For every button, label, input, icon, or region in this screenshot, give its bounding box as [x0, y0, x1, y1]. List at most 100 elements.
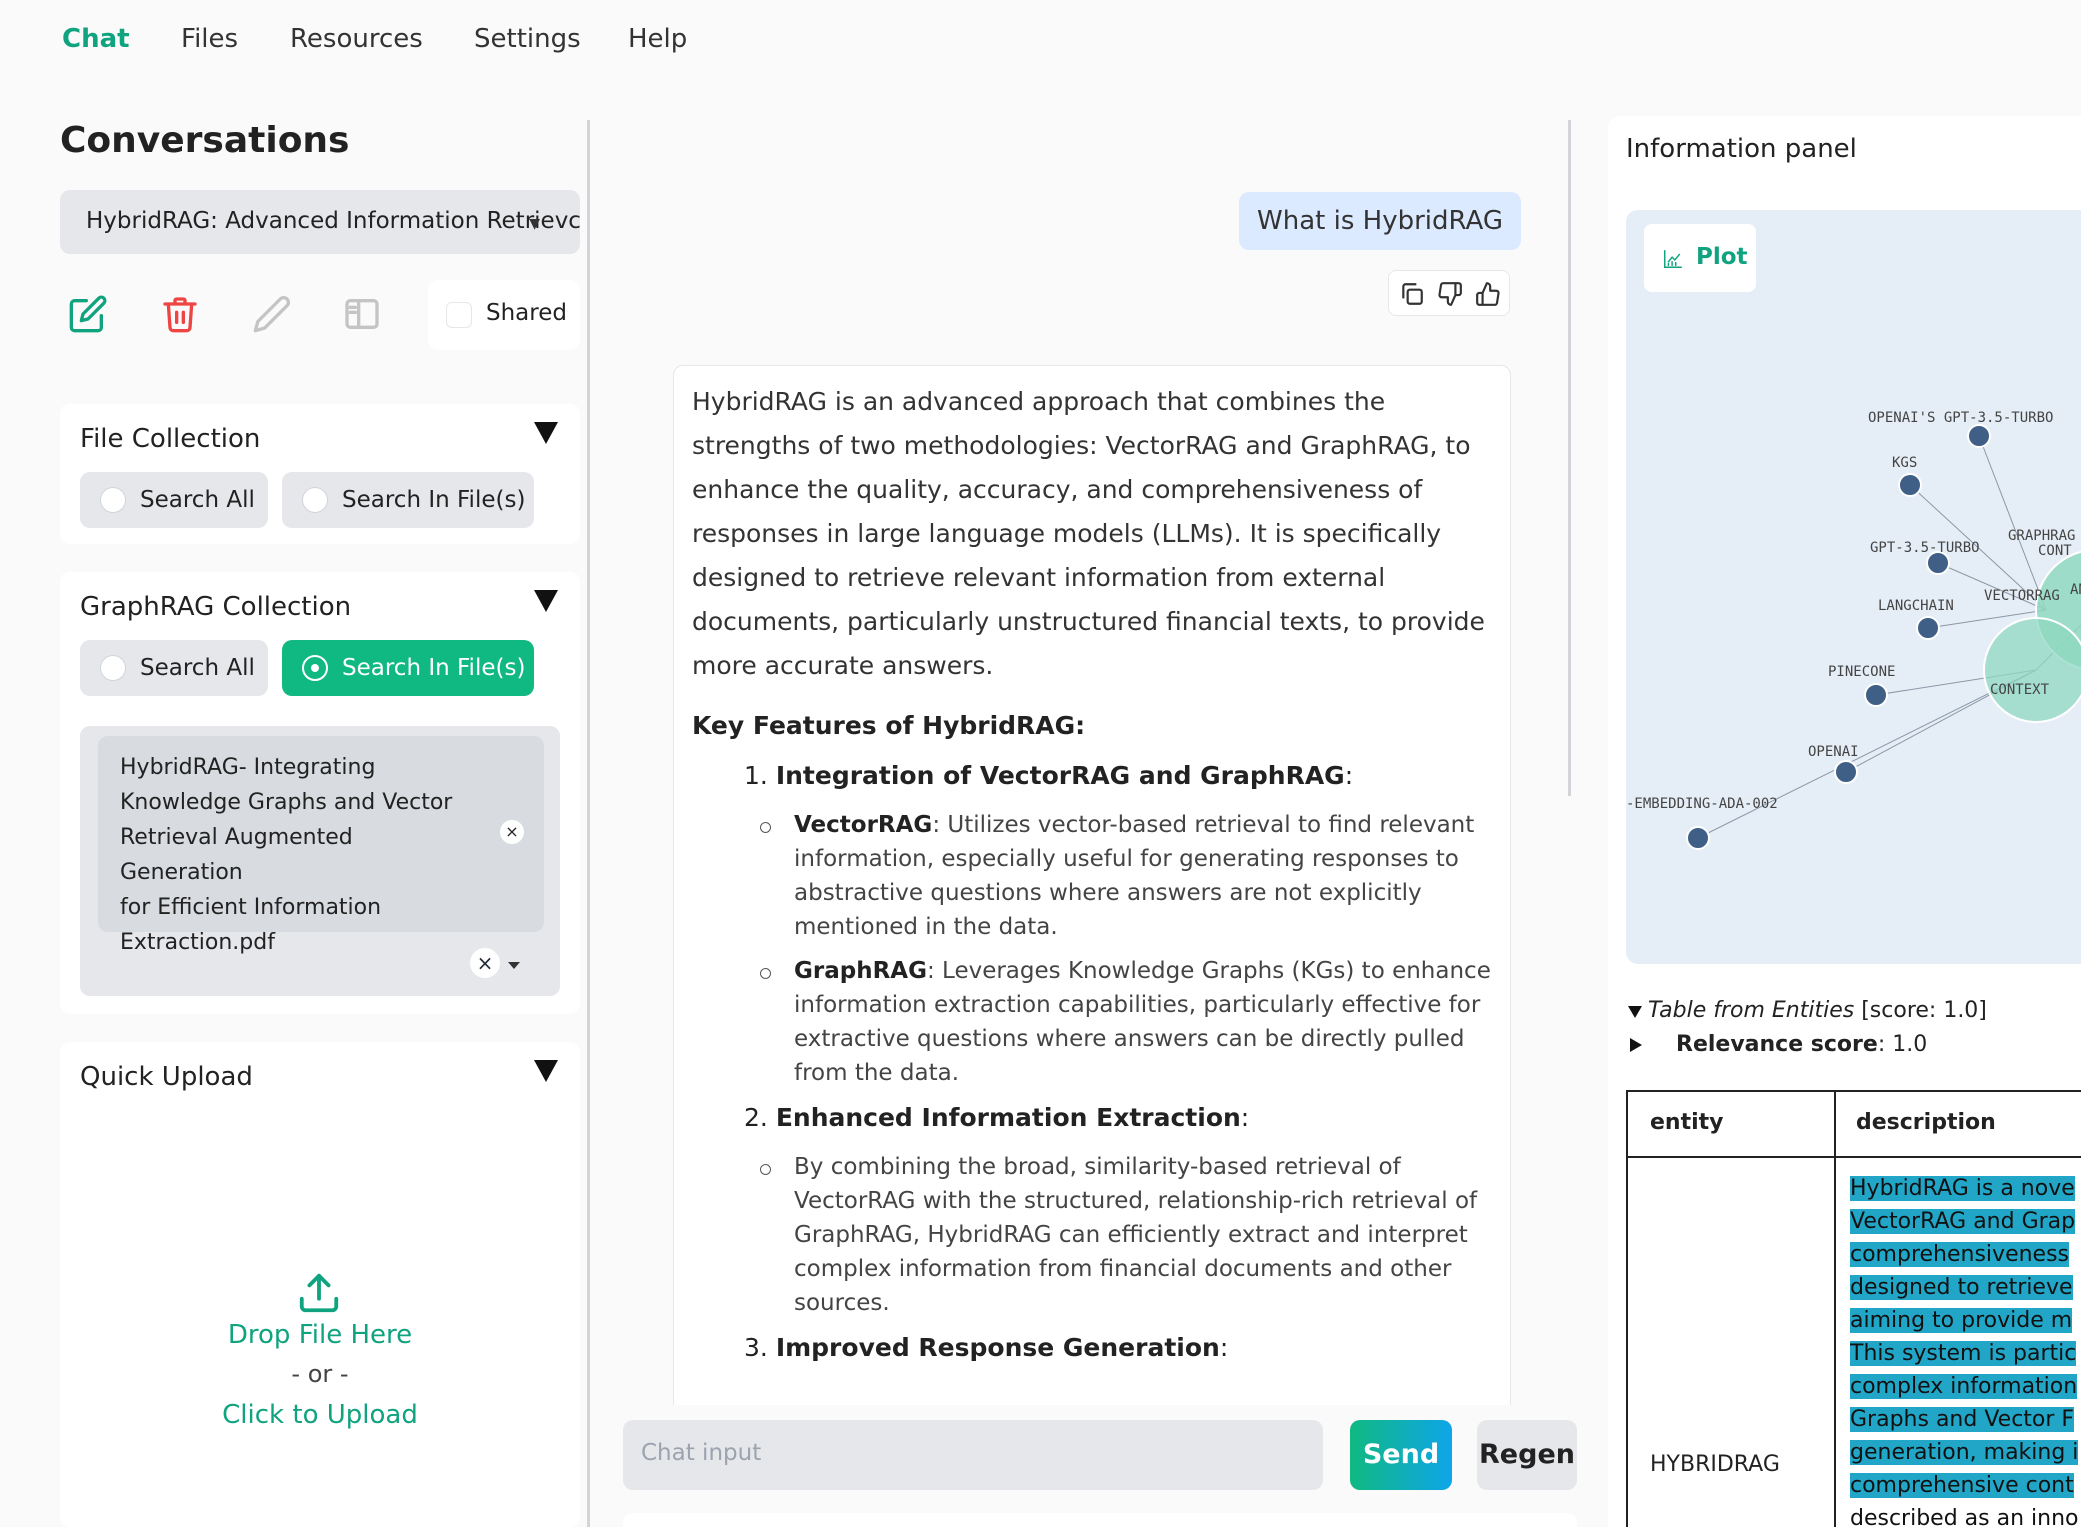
nav-tab-chat[interactable]: Chat: [62, 24, 130, 54]
feature-item: 3. Improved Response Generation:: [744, 1333, 1229, 1362]
collapse-triangle-icon[interactable]: [534, 422, 558, 444]
graph-label: ANS: [2070, 582, 2081, 598]
sidebar-panel-icon: [345, 299, 379, 329]
toggle-panel-button[interactable]: [342, 294, 382, 334]
shared-toggle[interactable]: Shared: [428, 280, 580, 350]
radio-icon: [100, 655, 126, 681]
graph-label: GPT-3.5-TURBO: [1870, 540, 1980, 556]
user-message: What is HybridRAG: [1239, 192, 1521, 250]
sidebar: Conversations HybridRAG: Advanced Inform…: [60, 110, 580, 1527]
message-line: designed to retrieve relevant informatio…: [692, 563, 1386, 592]
file-collection-panel: File Collection Search All Search In Fil…: [60, 404, 580, 544]
table-caption-label: Table from Entities: [1648, 998, 1855, 1023]
key-features-heading: Key Features of HybridRAG:: [692, 711, 1086, 740]
graph-node-kgs: [1898, 473, 1922, 497]
upload-icon: [299, 1273, 339, 1313]
knowledge-graph[interactable]: OPENAI'S GPT-3.5-TURBO KGS GRAPHRAG CONT…: [1626, 210, 2081, 964]
entities-table: entity description HYBRIDRAG HybridRAG i…: [1626, 1090, 2081, 1527]
new-conversation-button[interactable]: [68, 294, 108, 334]
knowledge-graph-plot[interactable]: OPENAI'S GPT-3.5-TURBO KGS GRAPHRAG CONT…: [1626, 210, 2081, 964]
upload-dropzone[interactable]: Drop File Here - or - Click to Upload: [60, 1152, 580, 1442]
rename-conversation-button[interactable]: [252, 294, 292, 334]
table-column-divider: [1834, 1092, 1836, 1527]
drop-file-text: Drop File Here: [227, 1320, 413, 1350]
radio-label: Search In File(s): [342, 487, 526, 513]
feature-item: 1. Integration of VectorRAG and GraphRAG…: [744, 761, 1354, 790]
file-collection-search-all[interactable]: Search All: [80, 472, 268, 528]
graph-label: VECTORRAG: [1984, 588, 2060, 604]
file-collection-title: File Collection: [80, 424, 261, 454]
thumbs-up-icon[interactable]: [1475, 281, 1501, 307]
graphrag-search-in-files[interactable]: Search In File(s): [282, 640, 534, 696]
file-collection-search-in-files[interactable]: Search In File(s): [282, 472, 534, 528]
remove-file-icon[interactable]: ×: [500, 820, 524, 844]
chat-area: What is HybridRAG HybridRAG is an advanc…: [620, 110, 1580, 1527]
message-line: documents, particularly unstructured fin…: [692, 607, 1485, 636]
description-line: described as an inno: [1850, 1506, 2079, 1527]
chart-icon: [1664, 250, 1682, 268]
or-text: - or -: [291, 1360, 349, 1388]
description-line: complex information: [1850, 1374, 2078, 1399]
regen-button[interactable]: Regen: [1477, 1420, 1577, 1490]
collapse-triangle-icon[interactable]: [534, 1060, 558, 1082]
plot-button[interactable]: Plot: [1644, 224, 1756, 292]
subitem-rest: : Utilizes vector-based retrieval to fin…: [932, 812, 1475, 838]
clear-selection-icon[interactable]: ×: [470, 948, 500, 978]
file-chip-line: HybridRAG- Integrating: [120, 755, 376, 780]
chat-input[interactable]: Chat input: [623, 1420, 1323, 1490]
triangle-down-icon: [1628, 1006, 1642, 1018]
shared-checkbox[interactable]: [446, 302, 472, 328]
dropdown-caret-icon[interactable]: [508, 962, 520, 969]
table-header-description: description: [1856, 1110, 1996, 1135]
nav-tab-resources[interactable]: Resources: [290, 24, 423, 54]
edit-icon: [69, 295, 107, 333]
radio-label: Search All: [140, 655, 255, 681]
description-line: aiming to provide m: [1850, 1308, 2073, 1333]
thumbs-down-icon[interactable]: [1437, 281, 1463, 307]
file-chip-line: Knowledge Graphs and Vector: [120, 790, 453, 815]
nav-tab-help[interactable]: Help: [628, 24, 687, 54]
feature-subitem: VectorRAG: Utilizes vector-based retriev…: [760, 808, 1492, 944]
table-caption-toggle[interactable]: Table from Entities [score: 1.0]: [1626, 994, 2081, 1028]
relevance-score-toggle[interactable]: Relevance score: 1.0: [1626, 1028, 2081, 1062]
message-line: enhance the quality, accuracy, and compr…: [692, 475, 1423, 504]
copy-icon[interactable]: [1399, 281, 1425, 307]
conversation-toolbar: Shared: [60, 280, 580, 350]
table-header-entity: entity: [1650, 1110, 1724, 1135]
file-multiselect[interactable]: HybridRAG- Integrating Knowledge Graphs …: [80, 726, 560, 996]
table-cell-description: HybridRAG is a nove VectorRAG and Grap c…: [1850, 1172, 2081, 1527]
chat-footer: [623, 1513, 1577, 1527]
graph-node-openai: [1834, 760, 1858, 784]
triangle-right-icon: [1630, 1038, 1642, 1052]
conversation-select[interactable]: HybridRAG: Advanced Information Retrievc…: [60, 190, 580, 254]
graph-label: OPENAI'S GPT-3.5-TURBO: [1868, 410, 2053, 426]
file-chip-line: Extraction.pdf: [120, 930, 275, 955]
delete-conversation-button[interactable]: [160, 294, 200, 334]
send-button[interactable]: Send: [1350, 1420, 1452, 1490]
collapse-triangle-icon[interactable]: [534, 590, 558, 612]
top-nav: Chat Files Resources Settings Help: [0, 0, 2081, 80]
graph-label: -EMBEDDING-ADA-002: [1626, 796, 1778, 812]
description-line: HybridRAG is a nove: [1850, 1176, 2075, 1201]
trash-icon: [163, 297, 197, 333]
message-line: responses in large language models (LLMs…: [692, 519, 1442, 548]
graph-label: LANGCHAIN: [1878, 598, 1954, 614]
graph-node-langchain: [1916, 616, 1940, 640]
nav-tab-files[interactable]: Files: [181, 24, 238, 54]
description-line: Graphs and Vector F: [1850, 1407, 2075, 1432]
graph-label: KGS: [1892, 455, 1917, 471]
message-line: more accurate answers.: [692, 651, 994, 680]
column-divider[interactable]: [587, 120, 590, 1527]
radio-selected-icon: [302, 655, 328, 681]
radio-icon: [100, 487, 126, 513]
graph-node-pinecone: [1864, 683, 1888, 707]
conversations-title: Conversations: [60, 120, 350, 161]
graph-label: PINECONE: [1828, 664, 1895, 680]
chevron-down-icon: ▼: [529, 216, 540, 232]
conversation-select-value: HybridRAG: Advanced Information Retrievc: [86, 208, 580, 234]
graphrag-search-all[interactable]: Search All: [80, 640, 268, 696]
nav-tab-settings[interactable]: Settings: [474, 24, 581, 54]
relevance-score-value: : 1.0: [1877, 1032, 1928, 1057]
table-cell-entity: HYBRIDRAG: [1650, 1452, 1780, 1477]
click-to-upload-text[interactable]: Click to Upload: [60, 1400, 580, 1430]
